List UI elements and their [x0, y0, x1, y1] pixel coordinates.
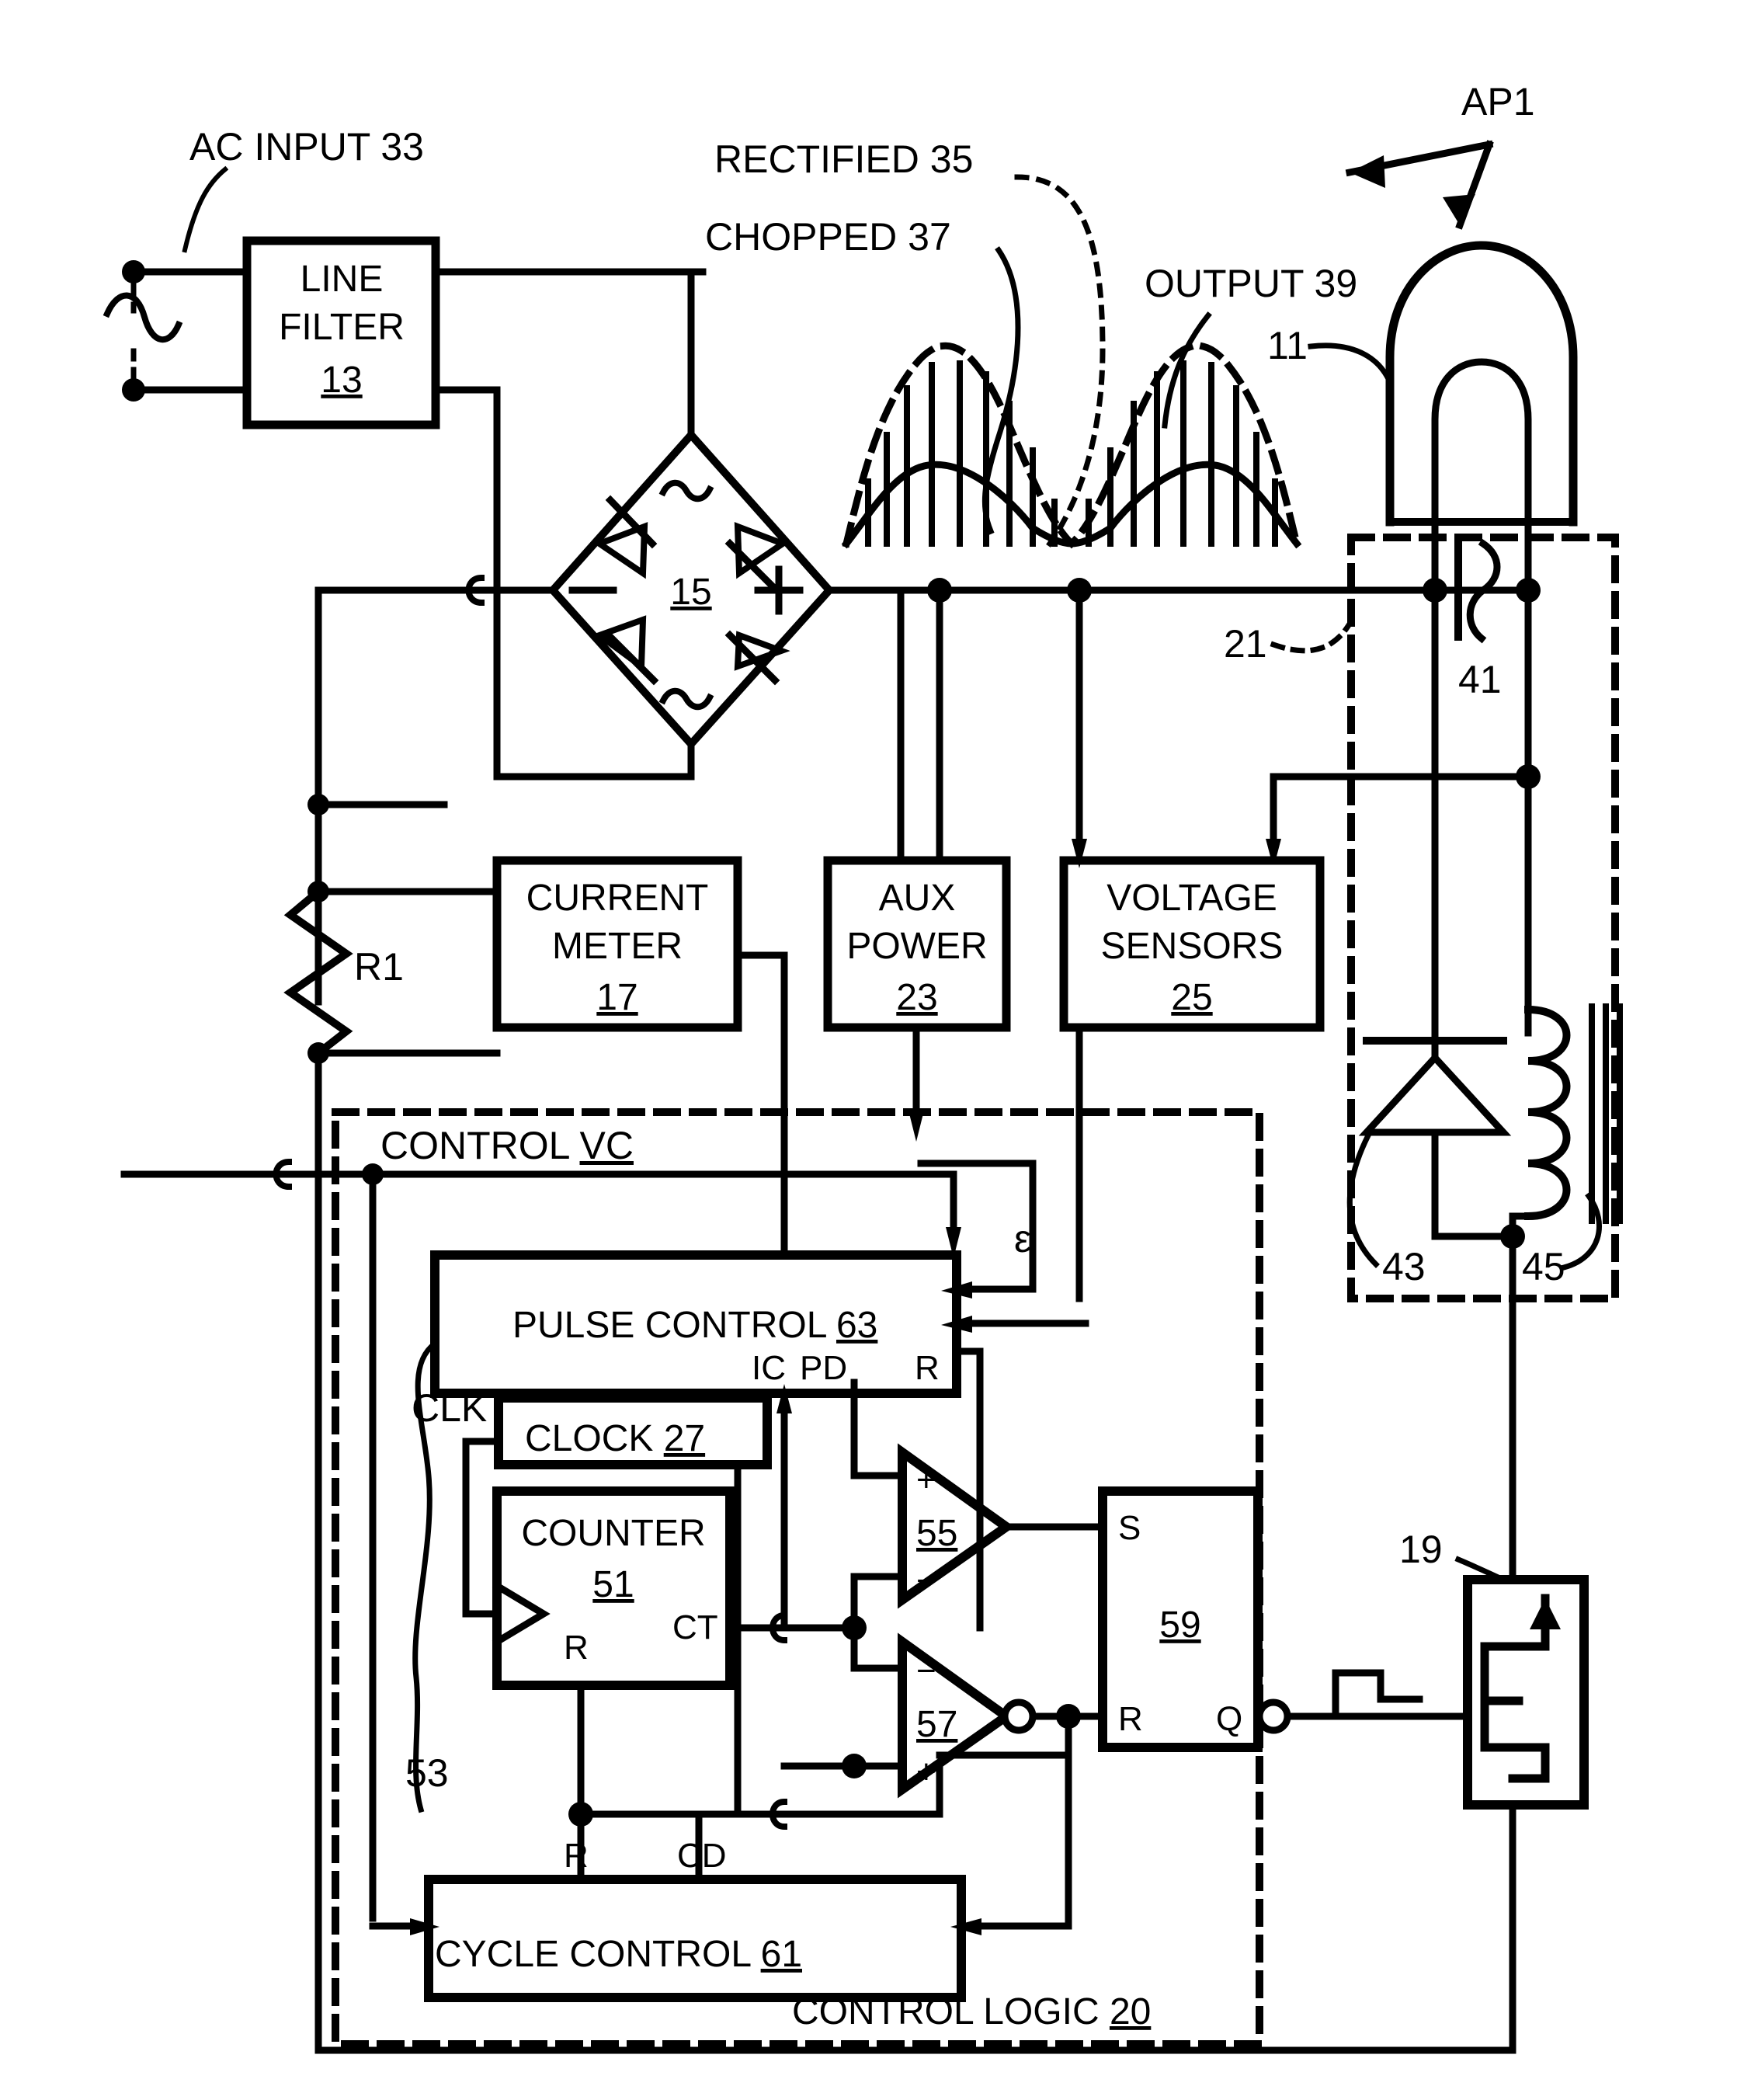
clock-label: CLOCK 27: [525, 1418, 705, 1459]
callout-lamp-ref: 11: [1267, 324, 1308, 367]
comparator-55-ref: 55: [916, 1513, 957, 1554]
schematic-canvas: AC INPUT 33 RECTIFIED 35 CHOPPED 37 OUTP…: [0, 0, 1744, 2100]
control-logic-label: CONTROL LOGIC 20: [792, 1991, 1151, 2032]
voltage-sensors-line2: SENSORS: [1101, 926, 1284, 967]
callout-41: 41: [1458, 658, 1502, 701]
callout-r1: R1: [354, 945, 404, 989]
counter-pin-ct: CT: [672, 1608, 718, 1646]
flipflop-pin-s: S: [1118, 1509, 1141, 1547]
aux-power-line1: AUX: [879, 878, 956, 919]
callout-45: 45: [1522, 1245, 1565, 1288]
voltage-sensors-ref: 25: [1171, 977, 1212, 1018]
line-filter-line2: FILTER: [279, 307, 405, 348]
callout-clk: CLK: [412, 1386, 487, 1430]
current-meter-line1: CURRENT: [526, 878, 709, 919]
comparator-57-ref: 57: [916, 1704, 957, 1745]
bridge-ref: 15: [670, 572, 711, 613]
cycle-control-label: CYCLE CONTROL 61: [435, 1934, 802, 1975]
callout-19: 19: [1399, 1528, 1443, 1571]
callout-epsilon: ε: [1014, 1217, 1031, 1260]
current-meter-line2: METER: [552, 926, 683, 967]
counter-ref: 51: [592, 1564, 634, 1605]
callout-rectified: RECTIFIED 35: [714, 137, 973, 181]
comparator-55-plus: +: [916, 1461, 936, 1499]
counter-line1: COUNTER: [521, 1513, 705, 1554]
pulse-control-pin-ic: IC: [752, 1349, 786, 1387]
comparator-57-plus: +: [916, 1753, 936, 1791]
aux-power-ref: 23: [896, 977, 937, 1018]
counter-pin-r: R: [564, 1629, 589, 1667]
pulse-control-pin-pd: PD: [800, 1349, 847, 1387]
pulse-control-pin-r: R: [915, 1349, 940, 1387]
control-vc-label: CONTROL VC: [380, 1124, 634, 1167]
aux-power-line2: POWER: [846, 926, 987, 967]
callout-ac-input: AC INPUT 33: [189, 125, 424, 169]
comparator-57-minus: −: [916, 1652, 936, 1690]
line-filter-line1: LINE: [301, 259, 384, 300]
cycle-control-pin-r: R: [564, 1837, 589, 1875]
comparator-55-minus: −: [916, 1562, 936, 1600]
voltage-sensors-line1: VOLTAGE: [1107, 878, 1277, 919]
current-meter-ref: 17: [596, 977, 637, 1018]
callout-53: 53: [405, 1751, 449, 1795]
line-filter-ref: 13: [321, 360, 362, 401]
callout-ap1: AP1: [1461, 80, 1535, 123]
patent-figure-sheet: AC INPUT 33 RECTIFIED 35 CHOPPED 37 OUTP…: [0, 0, 1744, 2100]
callout-chopped: CHOPPED 37: [705, 215, 951, 259]
pulse-control-label: PULSE CONTROL 63: [512, 1305, 877, 1346]
callout-output: OUTPUT 39: [1145, 262, 1357, 305]
flipflop-ref: 59: [1159, 1605, 1200, 1646]
callout-43: 43: [1382, 1245, 1426, 1288]
cycle-control-pin-cd: CD: [677, 1837, 727, 1875]
flipflop-pin-r: R: [1118, 1700, 1143, 1738]
callout-21: 21: [1224, 622, 1267, 666]
flipflop-pin-q: Q: [1216, 1700, 1242, 1738]
